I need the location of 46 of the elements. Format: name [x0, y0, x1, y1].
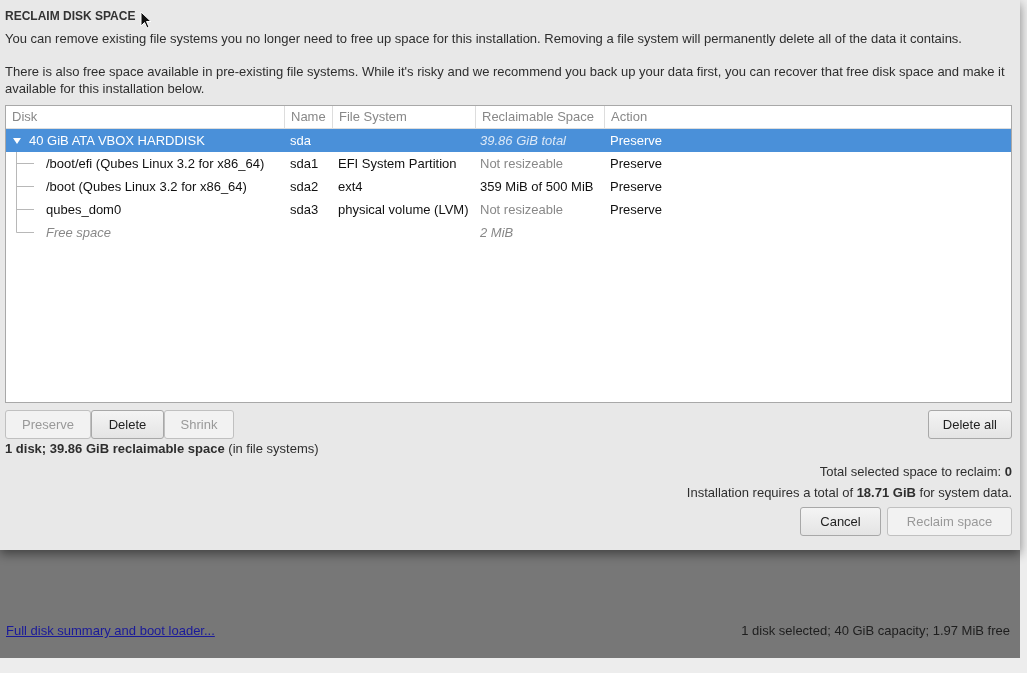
- table-cell-text: Not resizeable: [479, 202, 565, 217]
- table-cell-text: sda: [289, 133, 312, 148]
- table-cell-text: Preserve: [609, 156, 664, 171]
- dialog-title: RECLAIM DISK SPACE: [5, 9, 136, 23]
- dialog-button[interactable]: Cancel: [800, 507, 881, 536]
- table-cell-text: 2 MiB: [479, 225, 515, 240]
- table-cell-text: sda3: [289, 202, 320, 217]
- column-header[interactable]: Disk: [6, 106, 285, 128]
- action-button[interactable]: Delete: [91, 410, 164, 439]
- partition-label: /boot (Qubes Linux 3.2 for x86_64): [46, 179, 247, 194]
- partition-row[interactable]: qubes_dom0 sda3 physical volume (LVM) Not resizeable Preserve: [6, 198, 1011, 221]
- summary-text: 1 disk; 39.86 GiB reclaimable space (in file systems): [5, 441, 320, 456]
- tree-line-icon: [16, 175, 34, 198]
- table-cell-text: Not resizeable: [479, 156, 565, 171]
- intro-text: You can remove existing file systems you no longer need to free up space for this installation. Removing a file system will permanently delete all of the data it contains.: [5, 30, 963, 47]
- partition-label: Free space: [46, 225, 112, 240]
- table-cell-text: sda2: [289, 179, 320, 194]
- column-header[interactable]: Reclaimable Space: [476, 106, 605, 128]
- table-cell-text: Preserve: [609, 202, 664, 217]
- table-cell-text: Preserve: [609, 133, 664, 148]
- column-header[interactable]: File System: [333, 106, 476, 128]
- column-header[interactable]: Name: [285, 106, 333, 128]
- expander-icon[interactable]: [12, 135, 22, 146]
- partition-label: qubes_dom0: [46, 202, 122, 217]
- total-selected-text: Total selected space to reclaim: 0: [818, 464, 1012, 479]
- partition-label: /boot/efi (Qubes Linux 3.2 for x86_64): [46, 156, 265, 171]
- partition-row[interactable]: Free space 2 MiB: [6, 221, 1011, 244]
- disk-row[interactable]: 40 GiB ATA VBOX HARDDISK sda 39.86 GiB total Preserve: [6, 129, 1011, 152]
- cursor-icon: [140, 11, 152, 29]
- table-cell-text: sda1: [289, 156, 320, 171]
- tree-line-icon: [16, 152, 34, 175]
- table-cell-text: 39.86 GiB total: [479, 133, 567, 148]
- partition-row[interactable]: /boot (Qubes Linux 3.2 for x86_64) sda2 ext4 359 MiB of 500 MiB Preserve: [6, 175, 1011, 198]
- disk-summary-link[interactable]: Full disk summary and boot loader...: [6, 623, 215, 638]
- table-cell-text: ext4: [337, 179, 364, 194]
- disk-label: 40 GiB ATA VBOX HARDDISK: [29, 133, 205, 148]
- table-cell-text: EFI System Partition: [337, 156, 458, 171]
- column-header[interactable]: Action: [605, 106, 1011, 128]
- requirement-text: Installation requires a total of 18.71 GiB for system data.: [685, 485, 1012, 500]
- status-text: 1 disk selected; 40 GiB capacity; 1.97 MiB free: [741, 623, 1010, 638]
- partition-row[interactable]: /boot/efi (Qubes Linux 3.2 for x86_64) sda1 EFI System Partition Not resizeable Preserve: [6, 152, 1011, 175]
- delete-all-button[interactable]: Delete all: [927, 410, 1012, 439]
- note-text: There is also free space available in pre-existing file systems. While it's risky and we recommend you back up your data first, you can recover that free disk space and make it available for this installation below.: [5, 63, 1006, 97]
- table-cell-text: Preserve: [609, 179, 664, 194]
- table-cell-text: 359 MiB of 500 MiB: [479, 179, 595, 194]
- table-cell-text: physical volume (LVM): [337, 202, 470, 217]
